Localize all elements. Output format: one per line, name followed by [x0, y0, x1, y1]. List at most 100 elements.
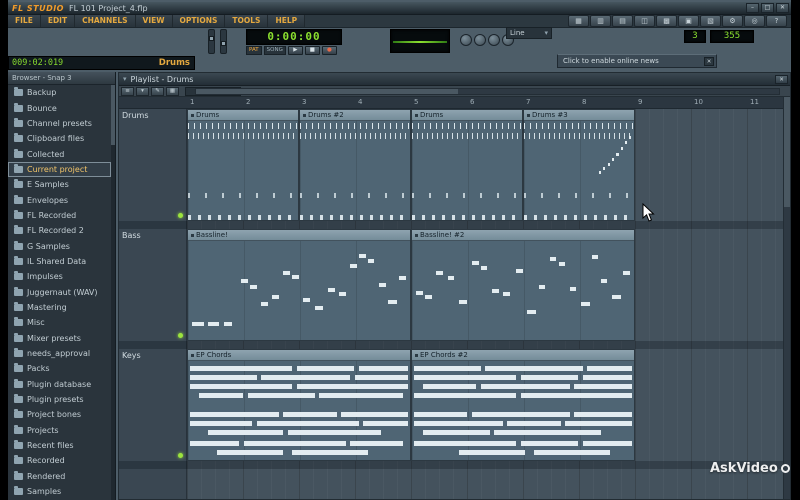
playlist-menu-button[interactable]: ≡ — [121, 87, 134, 96]
title-bar[interactable]: FL STUDIO FL 101 Project_4.flp – □ ✕ — [8, 2, 791, 15]
record-button[interactable]: ● — [322, 46, 337, 55]
snap-selector[interactable]: Line ▾ — [506, 27, 552, 39]
settings-button[interactable]: ⚙ — [722, 15, 743, 27]
menu-channels[interactable]: CHANNELS — [75, 15, 135, 27]
browser-item-e-samples[interactable]: E Samples — [8, 177, 111, 192]
clip-drums[interactable]: Drums — [187, 109, 299, 221]
browser-item-misc[interactable]: Misc — [8, 315, 111, 330]
pencil-tool-button[interactable]: ✎ — [151, 87, 164, 96]
track-grid[interactable]: Bassline!Bassline! #2 — [187, 229, 790, 349]
pattern-display[interactable]: 3 — [684, 30, 706, 43]
browser-item-impulses[interactable]: Impulses — [8, 269, 111, 284]
plugin-picker-button[interactable]: ▣ — [678, 15, 699, 27]
clip-drums[interactable]: Drums — [411, 109, 523, 221]
scrollbar-thumb[interactable] — [196, 89, 458, 94]
browser-item-rendered[interactable]: Rendered — [8, 469, 111, 484]
browser-item-mastering[interactable]: Mastering — [8, 300, 111, 315]
online-news-panel[interactable]: Click to enable online news ✕ — [557, 54, 717, 68]
clip-header[interactable]: Drums — [188, 110, 298, 121]
maximize-button[interactable]: □ — [761, 3, 774, 13]
track-label-drums[interactable]: Drums — [119, 109, 187, 229]
scrollbar-thumb[interactable] — [784, 97, 790, 207]
tools-button[interactable]: ▧ — [700, 15, 721, 27]
menu-tools[interactable]: TOOLS — [225, 15, 268, 27]
playlist-window-button[interactable]: ▦ — [568, 15, 589, 27]
online-news-label[interactable]: Click to enable online news — [558, 57, 704, 65]
main-pitch-slider[interactable] — [220, 29, 227, 54]
close-button[interactable]: ✕ — [776, 3, 789, 13]
track-enable-led[interactable] — [178, 333, 183, 338]
browser-item-packs[interactable]: Packs — [8, 361, 111, 376]
slider-handle[interactable] — [221, 41, 226, 46]
track-grid[interactable]: DrumsDrums #2DrumsDrums #3 — [187, 109, 790, 229]
pat-mode-toggle[interactable]: PAT — [246, 46, 262, 55]
scrollbar-thumb[interactable] — [111, 85, 115, 145]
main-volume-slider[interactable] — [208, 29, 215, 54]
browser-item-projects[interactable]: Projects — [8, 423, 111, 438]
browser-item-needs-approval[interactable]: needs_approval — [8, 346, 111, 361]
clip-ep-chords[interactable]: EP Chords — [187, 349, 411, 461]
song-mode-toggle[interactable]: SONG — [264, 46, 286, 55]
minimize-button[interactable]: – — [746, 3, 759, 13]
clip-header[interactable]: EP Chords #2 — [412, 350, 634, 361]
menu-edit[interactable]: EDIT — [41, 15, 75, 27]
menu-help[interactable]: HELP — [268, 15, 305, 27]
browser-item-g-samples[interactable]: G Samples — [8, 238, 111, 253]
track-enable-led[interactable] — [178, 453, 183, 458]
browser-item-fl-recorded[interactable]: FL Recorded — [8, 208, 111, 223]
playlist-vscrollbar[interactable] — [783, 97, 790, 499]
track-grid[interactable] — [187, 469, 790, 499]
track-grid[interactable]: EP ChordsEP Chords #2 — [187, 349, 790, 469]
stop-button[interactable]: ■ — [305, 46, 320, 55]
browser-item-fl-recorded-2[interactable]: FL Recorded 2 — [8, 223, 111, 238]
play-button[interactable]: ▶ — [288, 46, 303, 55]
clip-ep-chords-2[interactable]: EP Chords #2 — [411, 349, 635, 461]
browser-item-plugin-database[interactable]: Plugin database — [8, 377, 111, 392]
clip-bassline[interactable]: Bassline! — [187, 229, 411, 341]
browser-item-current-project[interactable]: Current project — [8, 162, 111, 177]
browser-item-plugin-presets[interactable]: Plugin presets — [8, 392, 111, 407]
browser-item-channel-presets[interactable]: Channel presets — [8, 116, 111, 131]
piano-roll-button[interactable]: ▥ — [590, 15, 611, 27]
browser-item-samples[interactable]: Samples — [8, 484, 111, 499]
zoom-tool-button[interactable]: ◎ — [744, 15, 765, 27]
track-enable-led[interactable] — [178, 213, 183, 218]
browser-header[interactable]: Browser - Snap 3 — [8, 72, 115, 85]
browser-item-bounce[interactable]: Bounce — [8, 100, 111, 115]
clip-bassline-2[interactable]: Bassline! #2 — [411, 229, 635, 341]
menu-options[interactable]: OPTIONS — [173, 15, 226, 27]
menu-file[interactable]: FILE — [8, 15, 41, 27]
browser-item-juggernaut-wav[interactable]: Juggernaut (WAV) — [8, 284, 111, 299]
main-pitch-knob[interactable] — [474, 34, 486, 46]
tempo-display[interactable]: 355 — [710, 30, 754, 43]
playlist-hscrollbar[interactable] — [195, 88, 780, 95]
clip-drums-3[interactable]: Drums #3 — [523, 109, 635, 221]
playlist-title-bar[interactable]: ▾ Playlist - Drums ✕ — [119, 73, 790, 86]
shuffle-knob[interactable] — [488, 34, 500, 46]
news-close-icon[interactable]: ✕ — [704, 57, 714, 66]
browser-item-clipboard-files[interactable]: Clipboard files — [8, 131, 111, 146]
browser-item-backup[interactable]: Backup — [8, 85, 111, 100]
step-sequencer-button[interactable]: ▤ — [612, 15, 633, 27]
mixer-button[interactable]: ▩ — [656, 15, 677, 27]
browser-toggle-button[interactable]: ◫ — [634, 15, 655, 27]
playlist-ruler[interactable]: 1234567891011 — [119, 97, 790, 109]
clip-header[interactable]: Bassline! — [188, 230, 410, 241]
clip-header[interactable]: Drums #3 — [524, 110, 634, 121]
clip-drums-2[interactable]: Drums #2 — [299, 109, 411, 221]
clip-header[interactable]: Bassline! #2 — [412, 230, 634, 241]
browser-item-collected[interactable]: Collected — [8, 146, 111, 161]
slider-handle[interactable] — [209, 36, 214, 41]
playlist-menu-icon[interactable]: ▾ — [119, 75, 131, 83]
clip-header[interactable]: EP Chords — [188, 350, 410, 361]
clip-header[interactable]: Drums — [412, 110, 522, 121]
help-button[interactable]: ? — [766, 15, 787, 27]
browser-item-project-bones[interactable]: Project bones — [8, 407, 111, 422]
playlist-close-icon[interactable]: ✕ — [775, 75, 788, 84]
browser-item-mixer-presets[interactable]: Mixer presets — [8, 331, 111, 346]
main-volume-knob[interactable] — [460, 34, 472, 46]
snap-button[interactable]: ▾ — [136, 87, 149, 96]
browser-scrollbar[interactable] — [111, 85, 115, 500]
menu-view[interactable]: VIEW — [136, 15, 173, 27]
browser-item-recent-files[interactable]: Recent files — [8, 438, 111, 453]
